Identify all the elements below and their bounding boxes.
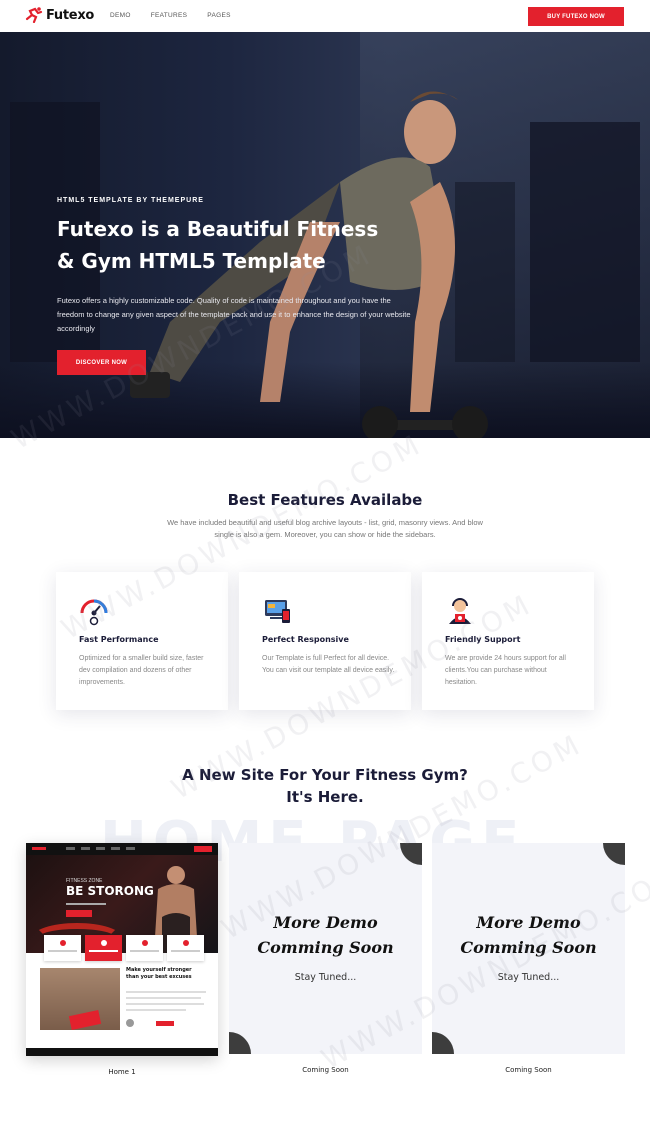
discover-now-button[interactable]: DISCOVER NOW [57, 350, 146, 375]
corner-shape [229, 1032, 251, 1054]
demo-feature-boxes [44, 935, 204, 961]
demo-hero-button [66, 910, 92, 917]
responsive-devices-icon [265, 600, 290, 623]
nav-pages[interactable]: PAGES [207, 12, 230, 19]
demo-nav-item [126, 847, 135, 850]
hero-description: Futexo offers a highly customizable code… [57, 296, 411, 333]
corner-shape [400, 843, 422, 865]
feature-card-text: Optimized for a smaller build size, fast… [79, 655, 204, 686]
corner-shape [432, 1032, 454, 1054]
demo-red-button [156, 1021, 174, 1026]
demo-text-line [126, 991, 206, 993]
demo-feature-box [85, 935, 122, 961]
buy-now-button[interactable]: BUY FUTEXO NOW [528, 7, 624, 26]
features-description: We have included beautiful and useful bl… [167, 518, 483, 539]
feature-card-title: Fast Performance [79, 635, 159, 644]
demo-nav-item [96, 847, 105, 850]
hero-banner: HTML5 TEMPLATE BY THEMEPURE Futexo is a … [0, 32, 650, 438]
demo-text-line [126, 1009, 186, 1011]
coming-soon-label: Coming Soon [505, 1066, 552, 1074]
demos-title: A New Site For Your Fitness Gym? It's He… [0, 764, 650, 808]
demo-nav [26, 843, 218, 855]
features-title: Best Features Availabe [227, 491, 423, 509]
support-agent-icon [449, 598, 471, 624]
demos-title-line1: A New Site For Your Fitness Gym? [182, 766, 468, 784]
coming-soon-title-line1: More Demo [476, 913, 581, 932]
demo-avatar [126, 1019, 134, 1027]
coming-soon-card: More Demo Comming Soon Stay Tuned... [229, 843, 422, 1054]
feature-card: Friendly Support We are provide 24 hours… [422, 572, 594, 710]
demo-nav-item [66, 847, 75, 850]
feature-card: Fast Performance Optimized for a smaller… [56, 572, 228, 710]
coming-soon-subtitle: Stay Tuned... [497, 972, 560, 983]
demo-home-1-thumbnail[interactable]: FITNESS ZONE BE STORONG Make yourself st… [26, 843, 218, 1056]
demo-footer-bar [26, 1048, 218, 1056]
demo-feature-box [126, 935, 163, 961]
demo-headline: BE STORONG [66, 884, 154, 898]
coming-soon-subtitle: Stay Tuned... [294, 972, 357, 983]
logo-text: Futexo [46, 7, 95, 23]
demo-section-heading: Make yourself stronger than your best ex… [126, 967, 192, 980]
feature-card: Perfect Responsive Our Template is full … [239, 572, 411, 710]
coming-soon-card: More Demo Comming Soon Stay Tuned... [432, 843, 625, 1054]
feature-card-text: Our Template is full Perfect for all dev… [262, 655, 395, 674]
nav-demo[interactable]: DEMO [110, 12, 131, 19]
nav-features[interactable]: FEATURES [151, 12, 188, 19]
demo-feature-box [44, 935, 81, 961]
top-header: Futexo DEMO FEATURES PAGES BUY FUTEXO NO… [0, 0, 650, 32]
feature-card-title: Friendly Support [445, 635, 521, 644]
demo-feature-box [167, 935, 204, 961]
hero-title: Futexo is a Beautiful Fitness & Gym HTML… [57, 217, 379, 273]
coming-soon-title-line1: More Demo [273, 913, 378, 932]
demo-nav-item [81, 847, 90, 850]
demo-nav-item [111, 847, 120, 850]
coming-soon-title: More Demo Comming Soon [432, 910, 625, 960]
demo-text-line [126, 1003, 204, 1005]
runner-logo-icon [25, 7, 43, 23]
coming-soon-title: More Demo Comming Soon [229, 910, 422, 960]
demo-home-1-label[interactable]: Home 1 [26, 1068, 218, 1076]
demo-logo [32, 847, 46, 850]
demo-photo-badge [68, 1010, 102, 1030]
demo-subtext-line [66, 903, 106, 905]
demos-title-line2: It's Here. [286, 788, 364, 806]
feature-card-text: We are provide 24 hours support for all … [445, 655, 566, 686]
main-nav: DEMO FEATURES PAGES [110, 12, 231, 19]
coming-soon-title-line2: Comming Soon [460, 938, 597, 957]
gym-rack [530, 122, 640, 362]
demo-text-line [126, 997, 201, 999]
demo-couple-photo [40, 968, 120, 1030]
feature-card-title: Perfect Responsive [262, 635, 349, 644]
speedometer-icon [80, 599, 108, 626]
demo-nav-button [194, 846, 212, 852]
corner-shape [603, 843, 625, 865]
coming-soon-label: Coming Soon [302, 1066, 349, 1074]
coming-soon-title-line2: Comming Soon [257, 938, 394, 957]
hero-subtitle: HTML5 TEMPLATE BY THEMEPURE [57, 197, 204, 204]
logo[interactable]: Futexo [25, 7, 94, 23]
